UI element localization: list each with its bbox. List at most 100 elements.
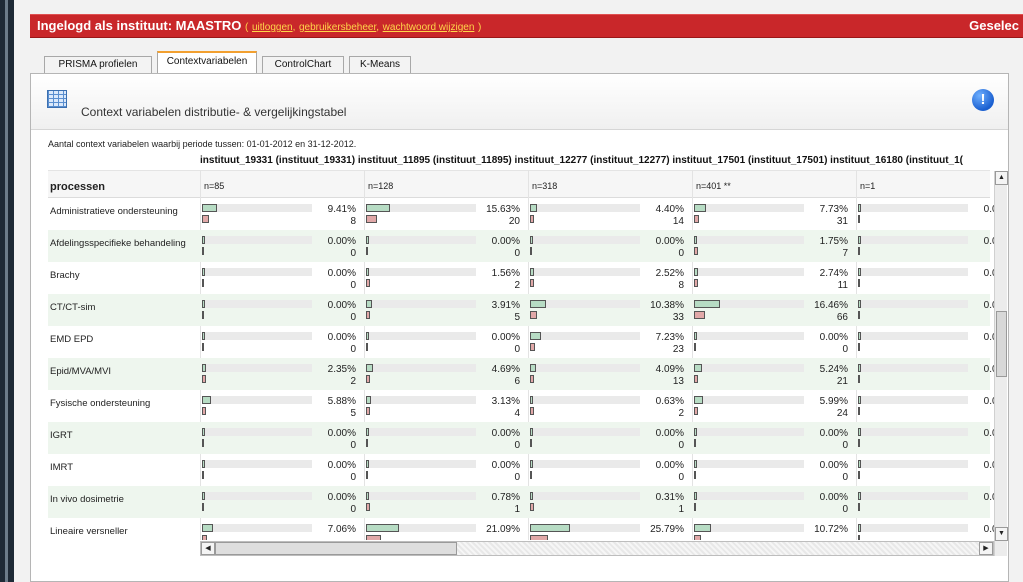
table-cell: 3.91% 5 (366, 294, 524, 326)
percentage-value: 9.41% (327, 204, 356, 215)
table-cell: 2.74% 11 (694, 262, 852, 294)
percentage-value: 0.00% (327, 236, 356, 247)
table-cell: 1.56% 2 (366, 262, 524, 294)
table-cell: 0.00% 0 (202, 486, 360, 518)
logout-link[interactable]: uitloggen (252, 22, 293, 33)
tab-prisma-profielen[interactable]: PRISMA profielen (44, 56, 152, 73)
horizontal-scroll-thumb[interactable] (215, 542, 457, 555)
distribution-bar (694, 364, 702, 372)
distribution-bar (366, 364, 373, 372)
bar-track (694, 236, 804, 244)
distribution-bar (202, 492, 205, 500)
table-cell: 0.00% (858, 198, 1006, 230)
info-icon[interactable]: ! (972, 89, 994, 111)
process-name: Fysische ondersteuning (50, 398, 151, 409)
distribution-bar (858, 364, 861, 372)
table-row: Fysische ondersteuning 5.88% 5 3.13% 4 0.63% 2… (48, 390, 1006, 422)
comparison-bar (366, 247, 368, 255)
distribution-bar (694, 396, 703, 404)
table-cell: 3.13% 4 (366, 390, 524, 422)
comparison-bar (858, 471, 860, 479)
count-value: 0 (350, 504, 356, 515)
process-name: CT/CT-sim (50, 302, 96, 313)
distribution-bar (366, 236, 369, 244)
count-value: 0 (350, 312, 356, 323)
bar-track (202, 428, 312, 436)
bar-track (366, 460, 476, 468)
table-cell: 2.35% 2 (202, 358, 360, 390)
count-value: 0 (350, 440, 356, 451)
percentage-value: 7.06% (327, 524, 356, 535)
tab-controlchart[interactable]: ControlChart (262, 56, 344, 73)
count-value: 0 (514, 248, 520, 259)
bar-track (366, 332, 476, 340)
comparison-bar (202, 247, 204, 255)
percentage-value: 0.00% (819, 460, 848, 471)
distribution-bar (694, 300, 720, 308)
comparison-bar (530, 279, 534, 287)
login-status: Ingelogd als instituut: MAASTRO ( uitlog… (37, 18, 482, 33)
user-management-link[interactable]: gebruikersbeheer (299, 22, 376, 33)
distribution-bar (530, 428, 533, 436)
distribution-bar (366, 428, 369, 436)
distribution-bar (694, 524, 711, 532)
percentage-value: 0.00% (327, 268, 356, 279)
change-password-link[interactable]: wachtwoord wijzigen (383, 22, 475, 33)
comparison-bar (366, 471, 368, 479)
percentage-value: 2.52% (655, 268, 684, 279)
distribution-bar (530, 492, 533, 500)
horizontal-scrollbar[interactable]: ◀ ▶ (200, 541, 994, 556)
table-row: EMD EPD0.00%00.00%07.23%230.00%00.00% (48, 326, 1006, 358)
column-header: n=128 (368, 181, 394, 191)
comparison-bar (366, 311, 370, 319)
comparison-bar (858, 247, 860, 255)
table-row: IGRT0.00%00.00%00.00%00.00%00.00% (48, 422, 1006, 454)
percentage-value: 4.69% (491, 364, 520, 375)
table-row: Afdelingsspecifieke behandeling 0.00% 0 0.0… (48, 230, 1006, 262)
comparison-bar (694, 503, 696, 511)
tab-contextvariabelen[interactable]: Contextvariabelen (157, 51, 257, 73)
process-name: Epid/MVA/MVI (50, 366, 112, 377)
scroll-down-button[interactable]: ▼ (995, 527, 1008, 541)
tab-kmeans[interactable]: K-Means (349, 56, 411, 73)
scroll-right-button[interactable]: ▶ (979, 542, 993, 555)
vertical-scrollbar[interactable]: ▲ ▼ (994, 171, 1008, 556)
scroll-left-button[interactable]: ◀ (201, 542, 215, 555)
table-cell: 0.00% (858, 326, 1006, 358)
table-cell: 4.09% 13 (530, 358, 688, 390)
process-name: Brachy (50, 270, 80, 281)
table-row: Brachy0.00%01.56%22.52%82.74%110.00% (48, 262, 1006, 294)
distribution-bar (858, 524, 861, 532)
comparison-bar (694, 215, 699, 223)
scroll-up-button[interactable]: ▲ (995, 171, 1008, 185)
table-cell: 5.24% 21 (694, 358, 852, 390)
comparison-bar (202, 311, 204, 319)
bar-track (530, 460, 640, 468)
distribution-bar (202, 364, 206, 372)
bar-track (694, 364, 804, 372)
count-value: 24 (836, 408, 848, 419)
table-row: In vivo dosimetrie 0.00% 0 0.78% 1 0.31% 1 0.00… (48, 486, 1006, 518)
bar-track (530, 300, 640, 308)
comparison-bar (366, 439, 368, 447)
table-cell: 0.00% 0 (202, 230, 360, 262)
count-value: 0 (678, 440, 684, 451)
percentage-value: 4.09% (655, 364, 684, 375)
distribution-bar (366, 460, 369, 468)
distribution-bar (530, 300, 546, 308)
table-cell: 2.52% 8 (530, 262, 688, 294)
percentage-value: 1.56% (491, 268, 520, 279)
count-value: 66 (836, 312, 848, 323)
vertical-scroll-thumb[interactable] (996, 311, 1007, 377)
column-header: n=85 (204, 181, 225, 191)
bar-track (530, 204, 640, 212)
percentage-value: 2.35% (327, 364, 356, 375)
count-value: 20 (508, 216, 520, 227)
percentage-value: 0.00% (491, 428, 520, 439)
login-title: Ingelogd als instituut: MAASTRO (37, 18, 242, 33)
comparison-bar (694, 247, 698, 255)
percentage-value: 0.00% (491, 236, 520, 247)
percentage-value: 10.38% (650, 300, 684, 311)
comparison-bar (694, 439, 696, 447)
count-value: 6 (514, 376, 520, 387)
